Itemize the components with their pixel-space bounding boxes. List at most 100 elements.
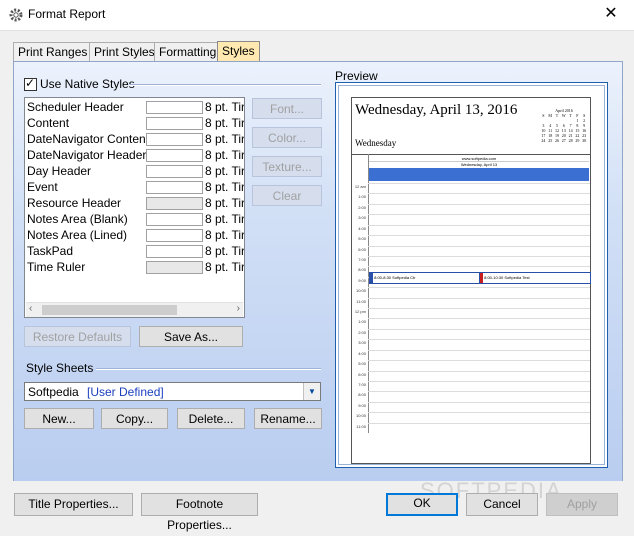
time-label: 9:00 xyxy=(358,402,366,408)
time-slot-line xyxy=(368,318,590,320)
time-label: 6:00 xyxy=(358,371,366,377)
mini-calendar-day: 30 xyxy=(582,138,587,143)
title-bar: Format Report ✕ xyxy=(0,0,634,31)
list-item[interactable]: Scheduler Header 8 pt. Tir xyxy=(26,99,244,115)
tab-print-ranges[interactable]: Print Ranges xyxy=(13,42,93,62)
time-slot-line xyxy=(368,224,590,226)
time-slot-line xyxy=(368,401,590,403)
font-swatch xyxy=(146,213,203,226)
list-item[interactable]: Day Header 8 pt. Tir xyxy=(26,163,244,179)
new-style-sheet-button[interactable]: New... xyxy=(24,408,94,429)
clear-button[interactable]: Clear xyxy=(252,185,322,206)
rename-style-sheet-button[interactable]: Rename... xyxy=(254,408,322,429)
cancel-button[interactable]: Cancel xyxy=(466,493,538,516)
horizontal-scrollbar[interactable]: ‹ › xyxy=(26,302,243,317)
time-slot-line xyxy=(368,328,590,330)
font-swatch xyxy=(146,229,203,242)
apply-button[interactable]: Apply xyxy=(546,493,618,516)
use-native-styles-checkbox[interactable]: ✓ xyxy=(24,76,37,91)
font-swatch xyxy=(146,133,203,146)
time-slot-line xyxy=(368,266,590,268)
restore-defaults-button[interactable]: Restore Defaults xyxy=(24,326,131,347)
font-swatch xyxy=(146,261,203,274)
color-button[interactable]: Color... xyxy=(252,127,322,148)
window-title: Format Report xyxy=(28,7,106,21)
mini-calendar-day: 28 xyxy=(568,138,573,143)
list-item[interactable]: DateNavigator Header 8 pt. Tir xyxy=(26,147,244,163)
mini-calendar-day: 27 xyxy=(561,138,566,143)
time-label: 4:00 xyxy=(358,350,366,356)
tab-styles[interactable]: Styles xyxy=(217,41,260,62)
time-label: 4:00 xyxy=(358,225,366,231)
list-item[interactable]: DateNavigator Content 8 pt. Tir xyxy=(26,131,244,147)
list-item[interactable]: Notes Area (Blank) 8 pt. Tir xyxy=(26,211,244,227)
time-slot-line xyxy=(368,245,590,247)
font-swatch xyxy=(146,197,203,210)
close-icon[interactable]: ✕ xyxy=(588,0,634,30)
time-slot-line xyxy=(368,339,590,341)
time-slot-line xyxy=(368,183,590,184)
time-label: 12 am xyxy=(354,184,366,189)
time-label: 9:00 xyxy=(358,277,366,283)
tab-formatting[interactable]: Formatting xyxy=(154,42,222,62)
time-label: 8:00 xyxy=(358,267,366,273)
list-item[interactable]: Resource Header 8 pt. Tir xyxy=(26,195,244,211)
preview-day-name: Wednesday xyxy=(355,138,397,148)
list-item[interactable]: Content 8 pt. Tir xyxy=(26,115,244,131)
time-label: 1:00 xyxy=(358,194,366,200)
list-item[interactable]: Event 8 pt. Tir xyxy=(26,179,244,195)
time-slot-line xyxy=(368,380,590,382)
preview-date-title: Wednesday, April 13, 2016 xyxy=(355,102,518,118)
preview-day-header: Wednesday, April 13 xyxy=(369,161,589,167)
list-item[interactable]: TaskPad 8 pt. Tir xyxy=(26,243,244,259)
divider xyxy=(352,154,590,155)
time-slot-line xyxy=(368,349,590,351)
scroll-left-icon[interactable]: ‹ xyxy=(29,303,32,314)
scroll-right-icon[interactable]: › xyxy=(237,303,240,314)
gear-icon xyxy=(9,8,23,22)
list-item[interactable]: Time Ruler 8 pt. Tir xyxy=(26,259,244,275)
time-label: 2:00 xyxy=(358,204,366,210)
list-item[interactable]: Notes Area (Lined) 8 pt. Tir xyxy=(26,227,244,243)
all-day-bar xyxy=(369,168,589,181)
mini-calendar-day: 26 xyxy=(554,138,559,143)
event-item: 8:00-10:30 Softpedia Test xyxy=(479,272,591,284)
time-label: 3:00 xyxy=(358,215,366,221)
font-swatch xyxy=(146,149,203,162)
font-swatch xyxy=(146,101,203,114)
footnote-properties-button[interactable]: Footnote Properties... xyxy=(141,493,258,532)
tab-print-styles[interactable]: Print Styles xyxy=(89,42,160,62)
time-slot-line xyxy=(368,255,590,257)
time-label: 8:00 xyxy=(358,392,366,398)
time-slot-line xyxy=(368,214,590,216)
scroll-thumb[interactable] xyxy=(42,305,177,315)
time-slot-line xyxy=(368,287,590,289)
event-item: 8:00-8:30 Softpedia Ctr xyxy=(369,272,480,284)
time-slot-line xyxy=(368,308,590,309)
mini-calendar: April 2016 S M T W T F S 1 2 3 4 5 6 7 8 9 10 11 12 13 14 15 1… xyxy=(540,108,588,143)
save-as-button[interactable]: Save As... xyxy=(139,326,243,347)
time-slot-line xyxy=(368,422,590,424)
style-sheet-select[interactable]: Softpedia [User Defined] ▼ xyxy=(24,382,321,401)
style-sheets-heading: Style Sheets xyxy=(26,361,94,375)
time-slot-line xyxy=(368,360,590,362)
time-label: 7:00 xyxy=(358,256,366,262)
time-label: 6:00 xyxy=(358,246,366,252)
ok-button[interactable]: OK xyxy=(386,493,458,516)
time-label: 1:00 xyxy=(358,319,366,325)
time-label: 10:00 xyxy=(355,288,366,294)
copy-style-sheet-button[interactable]: Copy... xyxy=(101,408,168,429)
chevron-down-icon[interactable]: ▼ xyxy=(303,383,320,400)
title-properties-button[interactable]: Title Properties... xyxy=(14,493,133,516)
time-slot-line xyxy=(368,297,590,299)
style-list[interactable]: Scheduler Header 8 pt. Tir Content 8 pt. T… xyxy=(24,97,245,318)
font-swatch xyxy=(146,117,203,130)
time-label: 5:00 xyxy=(358,361,366,367)
mini-calendar-day: 29 xyxy=(575,138,580,143)
delete-style-sheet-button[interactable]: Delete... xyxy=(177,408,245,429)
time-label: 7:00 xyxy=(358,381,366,387)
time-slot-line xyxy=(368,235,590,237)
font-button[interactable]: Font... xyxy=(252,98,322,119)
texture-button[interactable]: Texture... xyxy=(252,156,322,177)
font-swatch xyxy=(146,165,203,178)
